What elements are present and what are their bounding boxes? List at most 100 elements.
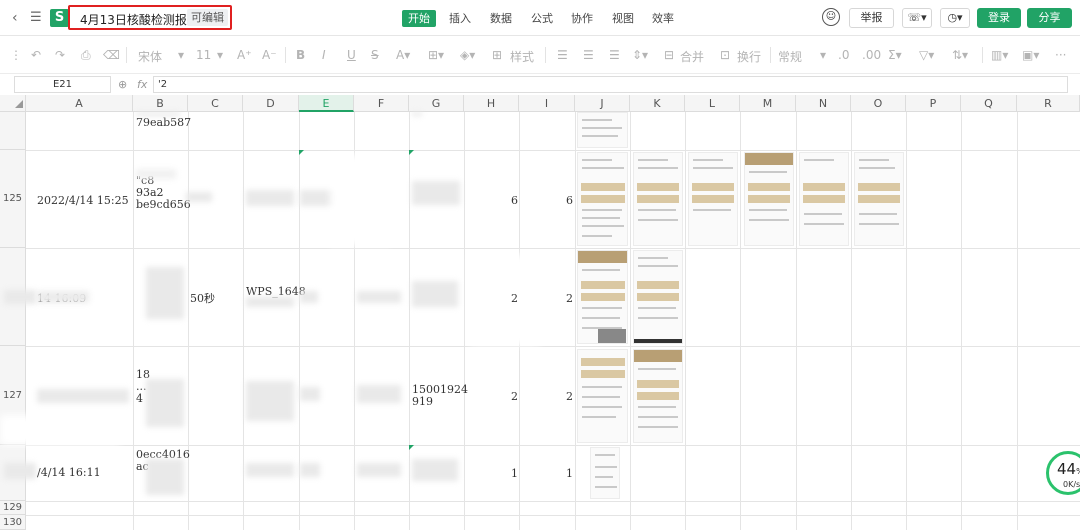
font-size-select[interactable]: 11 [196, 48, 211, 62]
report-button[interactable]: 举报 [849, 8, 894, 28]
avatar-icon[interactable]: ☺ [822, 8, 840, 26]
report-image[interactable] [577, 349, 628, 443]
merge-icon[interactable]: ⊟ [664, 48, 674, 62]
sort-icon[interactable]: ⇅▾ [952, 48, 968, 62]
report-image[interactable] [633, 250, 683, 344]
format-painter-icon[interactable]: ⎙ [81, 48, 91, 63]
cell-a125[interactable]: 2022/4/14 15:25 [37, 195, 129, 207]
valign-icon[interactable]: ⇕▾ [632, 48, 648, 62]
report-image[interactable] [688, 152, 738, 246]
zoom-icon[interactable]: ⊕ [118, 78, 127, 91]
cell-i127[interactable]: 2 [566, 391, 573, 403]
font-shrink-icon[interactable]: A⁻ [262, 48, 277, 62]
report-image[interactable] [577, 250, 628, 344]
align-center-icon[interactable]: ☰ [583, 48, 594, 62]
wrap-button[interactable]: 换行 [737, 48, 761, 65]
report-image[interactable] [577, 152, 628, 246]
column-header-c[interactable]: C [188, 95, 243, 112]
bold-button[interactable]: B [296, 48, 305, 62]
wrap-icon[interactable]: ⊡ [720, 48, 730, 62]
redo-icon[interactable]: ↷ [55, 48, 65, 62]
column-header-r[interactable]: R [1017, 95, 1080, 112]
column-header-j[interactable]: J [575, 95, 630, 112]
row-header-130[interactable]: 130 [0, 515, 26, 530]
cell-h125[interactable]: 6 [511, 195, 518, 207]
font-color-icon[interactable]: A▾ [396, 48, 410, 62]
hamburger-icon[interactable]: ☰ [30, 10, 42, 25]
fill-color-icon[interactable]: ◈▾ [460, 48, 475, 62]
report-image[interactable] [633, 152, 683, 246]
chevron-down-icon[interactable]: ▾ [178, 48, 184, 62]
merge-button[interactable]: 合并 [680, 48, 704, 65]
cell-i125[interactable]: 6 [566, 195, 573, 207]
chevron-left-icon[interactable]: ‹ [12, 10, 18, 26]
tab-data[interactable]: 数据 [490, 10, 512, 27]
cell-h127[interactable]: 2 [511, 391, 518, 403]
share-button[interactable]: 分享 [1027, 8, 1072, 28]
column-header-l[interactable]: L [685, 95, 740, 112]
italic-button[interactable]: I [322, 48, 326, 62]
number-format-select[interactable]: 常规 [778, 48, 802, 65]
report-image[interactable] [590, 447, 620, 499]
strike-button[interactable]: S [371, 48, 379, 62]
report-image[interactable] [577, 112, 628, 148]
chevron-down-icon[interactable]: ▾ [820, 48, 826, 62]
cell-styles-icon[interactable]: ⊞ [492, 48, 502, 62]
decimal-increase-icon[interactable]: .0 [838, 48, 849, 62]
call-icon[interactable]: ☏▾ [902, 8, 932, 28]
history-icon[interactable]: ◷▾ [940, 8, 970, 28]
decimal-decrease-icon[interactable]: .00 [862, 48, 881, 62]
column-header-p[interactable]: P [906, 95, 961, 112]
font-name-select[interactable]: 宋体 [138, 48, 162, 65]
column-header-m[interactable]: M [740, 95, 796, 112]
cell-i128[interactable]: 1 [566, 468, 573, 480]
login-button[interactable]: 登录 [977, 8, 1021, 28]
tab-start[interactable]: 开始 [402, 10, 436, 27]
tab-insert[interactable]: 插入 [449, 10, 471, 27]
column-header-h[interactable]: H [464, 95, 519, 112]
cell-b124[interactable]: 79eab587 [136, 117, 191, 129]
cell-b125[interactable]: "c8 93a2 be9cd656 [136, 175, 191, 211]
cell-b126[interactable]: 50秒 [190, 293, 215, 305]
cell-i126[interactable]: 2 [566, 293, 573, 305]
column-header-q[interactable]: Q [961, 95, 1017, 112]
column-header-f[interactable]: F [354, 95, 409, 112]
image-icon[interactable]: ▣▾ [1022, 48, 1039, 62]
cell-h126[interactable]: 2 [511, 293, 518, 305]
report-image[interactable] [744, 152, 794, 246]
sum-icon[interactable]: Σ▾ [888, 48, 902, 62]
tab-collab[interactable]: 协作 [571, 10, 593, 27]
undo-icon[interactable]: ↶ [31, 48, 41, 62]
row-header-129[interactable]: 129 [0, 501, 26, 515]
tab-view[interactable]: 视图 [612, 10, 634, 27]
border-icon[interactable]: ⊞▾ [428, 48, 444, 62]
formula-input[interactable]: '2 [153, 76, 1068, 93]
doc-title[interactable]: 4月13日核酸检测报告 [80, 11, 199, 28]
column-header-i[interactable]: I [519, 95, 575, 112]
tab-formula[interactable]: 公式 [531, 10, 553, 27]
column-header-o[interactable]: O [851, 95, 906, 112]
chart-icon[interactable]: ▥▾ [991, 48, 1008, 62]
filter-icon[interactable]: ▽▾ [919, 48, 934, 62]
column-header-n[interactable]: N [796, 95, 851, 112]
column-header-g[interactable]: G [409, 95, 464, 112]
align-right-icon[interactable]: ☰ [609, 48, 620, 62]
report-image[interactable] [799, 152, 849, 246]
column-header-d[interactable]: D [243, 95, 299, 112]
row-header-125[interactable]: 125 [0, 150, 26, 248]
column-header-e[interactable]: E [299, 95, 354, 112]
clear-icon[interactable]: ⌫ [103, 48, 120, 62]
cell-h128[interactable]: 1 [511, 468, 518, 480]
report-image[interactable] [633, 349, 683, 443]
report-image[interactable] [854, 152, 904, 246]
network-speed-widget[interactable]: 44% 0K/s [1046, 451, 1080, 495]
styles-button[interactable]: 样式 [510, 48, 534, 65]
spreadsheet-grid[interactable]: A B C D E F G H I J K L M N O P Q R 125 … [0, 95, 1080, 530]
column-header-k[interactable]: K [630, 95, 685, 112]
chevron-down-icon[interactable]: ▾ [217, 48, 223, 62]
font-grow-icon[interactable]: A⁺ [237, 48, 252, 62]
align-left-icon[interactable]: ☰ [557, 48, 568, 62]
cell-g127[interactable]: 15001924 919 [412, 384, 468, 408]
underline-button[interactable]: U [347, 48, 356, 62]
column-header-b[interactable]: B [133, 95, 188, 112]
